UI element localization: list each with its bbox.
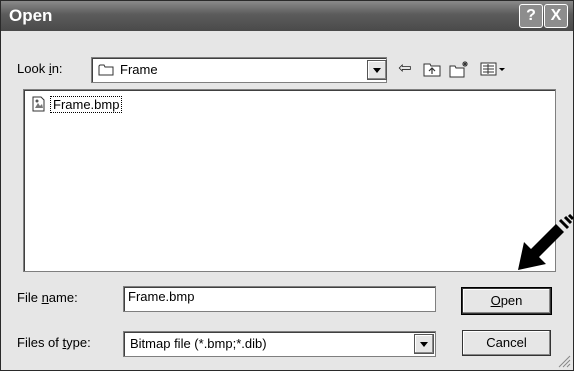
look-in-combo[interactable]: Frame — [91, 57, 387, 83]
files-of-type-label: Files of type: — [17, 335, 91, 350]
open-button[interactable]: Open — [461, 287, 552, 315]
look-in-label: Look in: — [17, 61, 63, 76]
new-folder-icon[interactable] — [448, 58, 470, 80]
title-bar[interactable]: Open ? X — [1, 1, 573, 31]
help-button[interactable]: ? — [519, 4, 543, 28]
look-in-dropdown-button[interactable] — [367, 60, 387, 80]
cancel-button[interactable]: Cancel — [462, 330, 551, 356]
file-name: Frame.bmp — [50, 96, 123, 113]
resize-grip-icon[interactable] — [557, 354, 571, 368]
up-folder-icon[interactable] — [421, 58, 443, 80]
file-name-input[interactable] — [128, 289, 418, 304]
bitmap-file-icon — [32, 96, 45, 112]
file-list[interactable]: Frame.bmp — [23, 89, 556, 272]
file-type-value: Bitmap file (*.bmp;*.dib) — [130, 336, 267, 351]
folder-icon — [98, 64, 114, 76]
look-in-value: Frame — [120, 62, 158, 77]
file-type-dropdown-button[interactable] — [414, 334, 434, 354]
close-button[interactable]: X — [544, 4, 568, 28]
view-menu-icon[interactable] — [477, 58, 511, 80]
file-name-field[interactable] — [123, 286, 436, 312]
back-icon[interactable]: ⇦ — [394, 58, 416, 80]
open-dialog: Open ? X Look in: Frame ⇦ Frame.bmp File… — [0, 0, 574, 371]
pointer-arrow-icon — [518, 214, 574, 270]
file-name-label: File name: — [17, 290, 78, 305]
chevron-down-icon — [373, 68, 381, 73]
dialog-title: Open — [9, 6, 53, 25]
file-type-combo[interactable]: Bitmap file (*.bmp;*.dib) — [123, 331, 436, 357]
chevron-down-icon — [420, 342, 428, 347]
